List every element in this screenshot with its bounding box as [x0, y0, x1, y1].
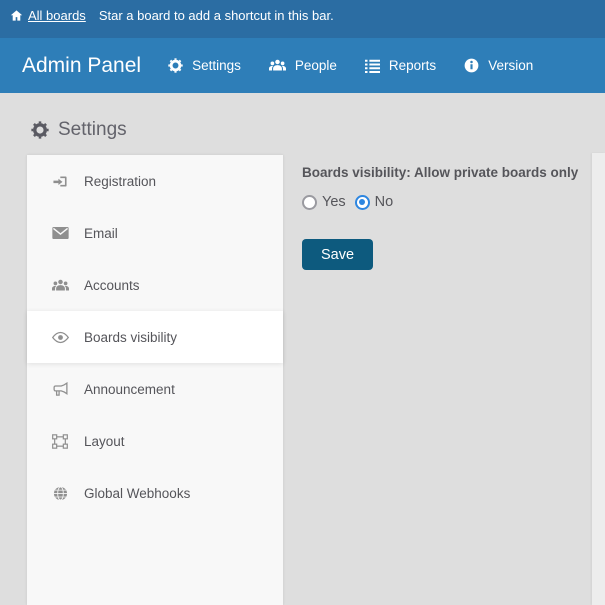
radio-no[interactable] [355, 195, 370, 210]
bullhorn-icon [51, 382, 69, 397]
nav-version[interactable]: Version [464, 58, 533, 73]
users-icon [51, 278, 69, 293]
sidebar-item-boards-visibility[interactable]: Boards visibility [27, 311, 283, 363]
sidebar-item-email[interactable]: Email [27, 207, 283, 259]
nav-people[interactable]: People [269, 58, 337, 73]
sidebar-item-layout[interactable]: Layout [27, 415, 283, 467]
info-icon [464, 58, 479, 73]
gear-icon [168, 58, 183, 73]
people-icon [269, 58, 286, 73]
nav-reports-label: Reports [389, 58, 436, 73]
gear-icon [31, 121, 49, 139]
boards-visibility-panel: Boards visibility: Allow private boards … [302, 165, 592, 270]
globe-icon [51, 486, 69, 501]
nav-version-label: Version [488, 58, 533, 73]
top-bar: All boards Star a board to add a shortcu… [0, 0, 605, 38]
sidebar-item-registration[interactable]: Registration [27, 155, 283, 207]
sidebar-item-label: Boards visibility [84, 330, 177, 345]
shortcut-hint-text: Star a board to add a shortcut in this b… [99, 8, 334, 23]
page-title: Admin Panel [22, 54, 141, 78]
radio-option-yes[interactable]: Yes [302, 194, 346, 210]
sidebar-item-announcement[interactable]: Announcement [27, 363, 283, 415]
radio-yes-label: Yes [322, 194, 346, 210]
sidebar-item-label: Accounts [84, 278, 140, 293]
visibility-radio-group: Yes No [302, 194, 592, 210]
sidebar-item-global-webhooks[interactable]: Global Webhooks [27, 467, 283, 519]
next-panel-edge [592, 153, 605, 605]
radio-no-label: No [375, 194, 394, 210]
settings-sidebar: Registration Email Accounts [27, 155, 283, 605]
boards-visibility-question: Boards visibility: Allow private boards … [302, 165, 592, 180]
all-boards-label: All boards [28, 8, 86, 23]
header-bar: Admin Panel Settings [0, 38, 605, 93]
envelope-icon [51, 226, 69, 240]
sidebar-item-label: Email [84, 226, 118, 241]
nav-settings[interactable]: Settings [168, 58, 241, 73]
sidebar-item-label: Global Webhooks [84, 486, 190, 501]
sidebar-item-label: Layout [84, 434, 125, 449]
nav-settings-label: Settings [192, 58, 241, 73]
nav-reports[interactable]: Reports [365, 58, 436, 73]
admin-nav: Settings People [168, 58, 533, 73]
list-icon [365, 59, 380, 73]
settings-heading: Settings [31, 119, 605, 141]
home-icon [10, 9, 23, 22]
sidebar-item-accounts[interactable]: Accounts [27, 259, 283, 311]
save-button[interactable]: Save [302, 239, 373, 270]
layout-icon [51, 434, 69, 449]
sign-in-icon [51, 174, 69, 189]
radio-option-no[interactable]: No [355, 194, 394, 210]
nav-people-label: People [295, 58, 337, 73]
sidebar-item-label: Announcement [84, 382, 175, 397]
settings-heading-label: Settings [58, 119, 127, 141]
all-boards-link[interactable]: All boards [10, 8, 86, 23]
sidebar-item-label: Registration [84, 174, 156, 189]
eye-icon [51, 331, 69, 344]
radio-yes[interactable] [302, 195, 317, 210]
